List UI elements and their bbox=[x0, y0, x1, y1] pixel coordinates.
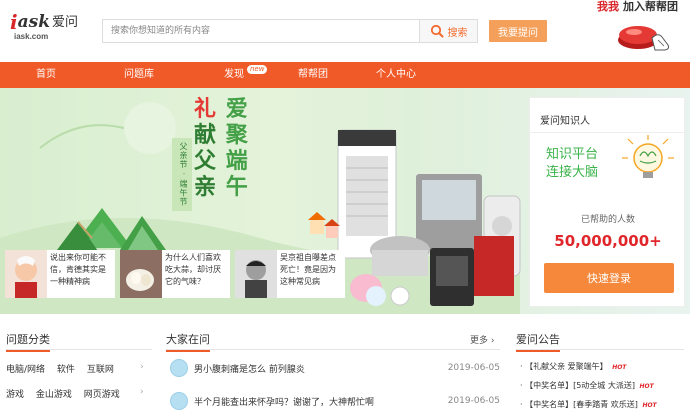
new-badge: new bbox=[247, 65, 268, 74]
nav-personal-center[interactable]: 个人中心 bbox=[376, 62, 416, 88]
hot-badge: HOT bbox=[612, 364, 627, 371]
banner-char-2: 爱 bbox=[225, 96, 248, 122]
more-label: 更多 bbox=[470, 336, 489, 346]
section-divider bbox=[516, 349, 684, 350]
header: i ask 爱问 iask.com 搜索 我要提问 我我 加入帮帮团 bbox=[0, 0, 690, 62]
helped-count: 50,000,000+ bbox=[554, 232, 662, 250]
hot-badge: HOT bbox=[642, 402, 657, 409]
category-link[interactable]: 电脑/网络 bbox=[6, 365, 45, 375]
category-link[interactable]: 软件 bbox=[57, 365, 75, 375]
join-label: 加入帮帮团 bbox=[623, 0, 678, 13]
announcement-item[interactable]: · 【礼献父亲 爱聚端午】 HOT bbox=[520, 361, 626, 372]
featured-article[interactable]: 为什么人们喜欢吃大蒜，却讨厌它的气味？ bbox=[120, 250, 230, 298]
search-icon bbox=[430, 24, 443, 38]
announcement-item[interactable]: · 【中奖名单】[5动全城 大派送] HOT bbox=[520, 380, 654, 391]
announcement-text: 【中奖名单】[春季踏青 欢乐送] bbox=[525, 400, 638, 409]
banner-char-4: 聚 bbox=[225, 122, 248, 148]
article-title: 为什么人们喜欢吃大蒜，却讨厌它的气味？ bbox=[165, 253, 221, 286]
article-thumbnail bbox=[5, 250, 47, 298]
join-help-team-link[interactable]: 我我 加入帮帮团 bbox=[597, 0, 678, 14]
panel-divider bbox=[530, 132, 686, 133]
question-text[interactable]: 男小腹刺痛是怎么 前列腺炎 bbox=[194, 362, 448, 375]
category-link[interactable]: 互联网 bbox=[87, 365, 114, 375]
article-title: 吴京祖自曝差点死亡！竟是因为这种常见病 bbox=[280, 253, 336, 286]
banner-title: 礼 爱 献 聚 父 端 亲 午 bbox=[194, 96, 248, 200]
main-nav: 首页 问题库 发现 new 帮帮团 个人中心 bbox=[0, 62, 690, 88]
banner-char-1: 礼 bbox=[194, 96, 217, 122]
section-divider bbox=[6, 349, 152, 350]
avatar bbox=[170, 392, 188, 410]
logo-chinese: 爱问 bbox=[51, 15, 78, 30]
article-title: 说出来你可能不信，肯德其实是一种精神病 bbox=[50, 253, 106, 286]
slogan-line-2: 连接大脑 bbox=[546, 165, 599, 180]
logo-ask: ask bbox=[17, 12, 50, 32]
ask-question-button[interactable]: 我要提问 bbox=[489, 20, 547, 42]
question-text[interactable]: 半个月能查出来怀孕吗？谢谢了，大神帮忙啊 bbox=[194, 395, 448, 408]
question-date: 2019-06-05 bbox=[447, 363, 500, 373]
category-link[interactable]: 金山游戏 bbox=[36, 390, 72, 400]
logo-domain: iask.com bbox=[14, 32, 49, 41]
article-thumbnail bbox=[235, 250, 277, 298]
featured-articles: 说出来你可能不信，肯德其实是一种精神病 为什么人们喜欢吃大蒜，却讨厌它的气味？ … bbox=[5, 250, 345, 298]
panel-slogan: 知识平台 连接大脑 bbox=[546, 146, 598, 182]
announcement-text: 【礼献父亲 爱聚端午】 bbox=[525, 362, 608, 371]
chevron-right-icon[interactable]: › bbox=[140, 387, 144, 397]
chevron-right-icon[interactable]: › bbox=[140, 362, 144, 372]
search-bar: 搜索 bbox=[102, 19, 478, 43]
knowledge-panel: 爱问知识人 知识平台 连接大脑 已帮助的人数 50,000,000+ 快速登录 bbox=[529, 97, 686, 307]
nav-question-library[interactable]: 问题库 bbox=[124, 62, 154, 88]
category-row: 电脑/网络 软件 互联网 bbox=[6, 362, 123, 375]
featured-article[interactable]: 吴京祖自曝差点死亡！竟是因为这种常见病 bbox=[235, 250, 345, 298]
helped-label: 已帮助的人数 bbox=[580, 215, 635, 225]
category-link[interactable]: 网页游戏 bbox=[84, 390, 120, 400]
nav-help-team[interactable]: 帮帮团 bbox=[298, 62, 328, 88]
lightbulb-brain-icon bbox=[622, 135, 674, 178]
hot-badge: HOT bbox=[639, 383, 654, 390]
search-button[interactable]: 搜索 bbox=[419, 20, 477, 42]
search-button-label: 搜索 bbox=[447, 27, 468, 39]
banner-char-5: 父 bbox=[194, 148, 217, 174]
banner-char-7: 亲 bbox=[194, 174, 217, 200]
section-divider bbox=[166, 349, 500, 350]
panel-title: 爱问知识人 bbox=[540, 116, 590, 127]
article-thumbnail bbox=[120, 250, 162, 298]
banner-char-6: 端 bbox=[225, 148, 248, 174]
banner-char-8: 午 bbox=[225, 174, 248, 200]
question-date: 2019-06-05 bbox=[447, 396, 500, 406]
announcement-text: 【中奖名单】[5动全城 大派送] bbox=[525, 381, 635, 390]
featured-article[interactable]: 说出来你可能不信，肯德其实是一种精神病 bbox=[5, 250, 115, 298]
question-row[interactable]: 男小腹刺痛是怎么 前列腺炎 2019-06-05 bbox=[170, 358, 500, 378]
question-row[interactable]: 半个月能查出来怀孕吗？谢谢了，大神帮忙啊 2019-06-05 bbox=[170, 391, 500, 411]
slogan-line-1: 知识平台 bbox=[546, 147, 599, 162]
more-link[interactable]: 更多 › bbox=[470, 333, 494, 346]
banner-subtitle: 父亲节 · 端午节 bbox=[172, 138, 192, 211]
nav-home[interactable]: 首页 bbox=[36, 62, 56, 88]
category-row: 游戏 金山游戏 网页游戏 bbox=[6, 387, 129, 400]
search-input[interactable] bbox=[103, 20, 419, 42]
site-logo[interactable]: i ask 爱问 iask.com bbox=[10, 12, 90, 46]
press-button-icon[interactable] bbox=[614, 18, 670, 52]
announcement-item[interactable]: · 【中奖名单】[春季踏青 欢乐送] HOT bbox=[520, 399, 657, 410]
join-prefix: 我我 bbox=[597, 0, 619, 13]
avatar bbox=[170, 359, 188, 377]
category-link[interactable]: 游戏 bbox=[6, 390, 24, 400]
logo-wordmark: i ask 爱问 bbox=[10, 12, 90, 32]
quick-login-button[interactable]: 快速登录 bbox=[544, 263, 674, 293]
logo-i: i bbox=[10, 10, 18, 34]
nav-discover[interactable]: 发现 bbox=[224, 62, 244, 88]
banner-char-3: 献 bbox=[194, 122, 217, 148]
